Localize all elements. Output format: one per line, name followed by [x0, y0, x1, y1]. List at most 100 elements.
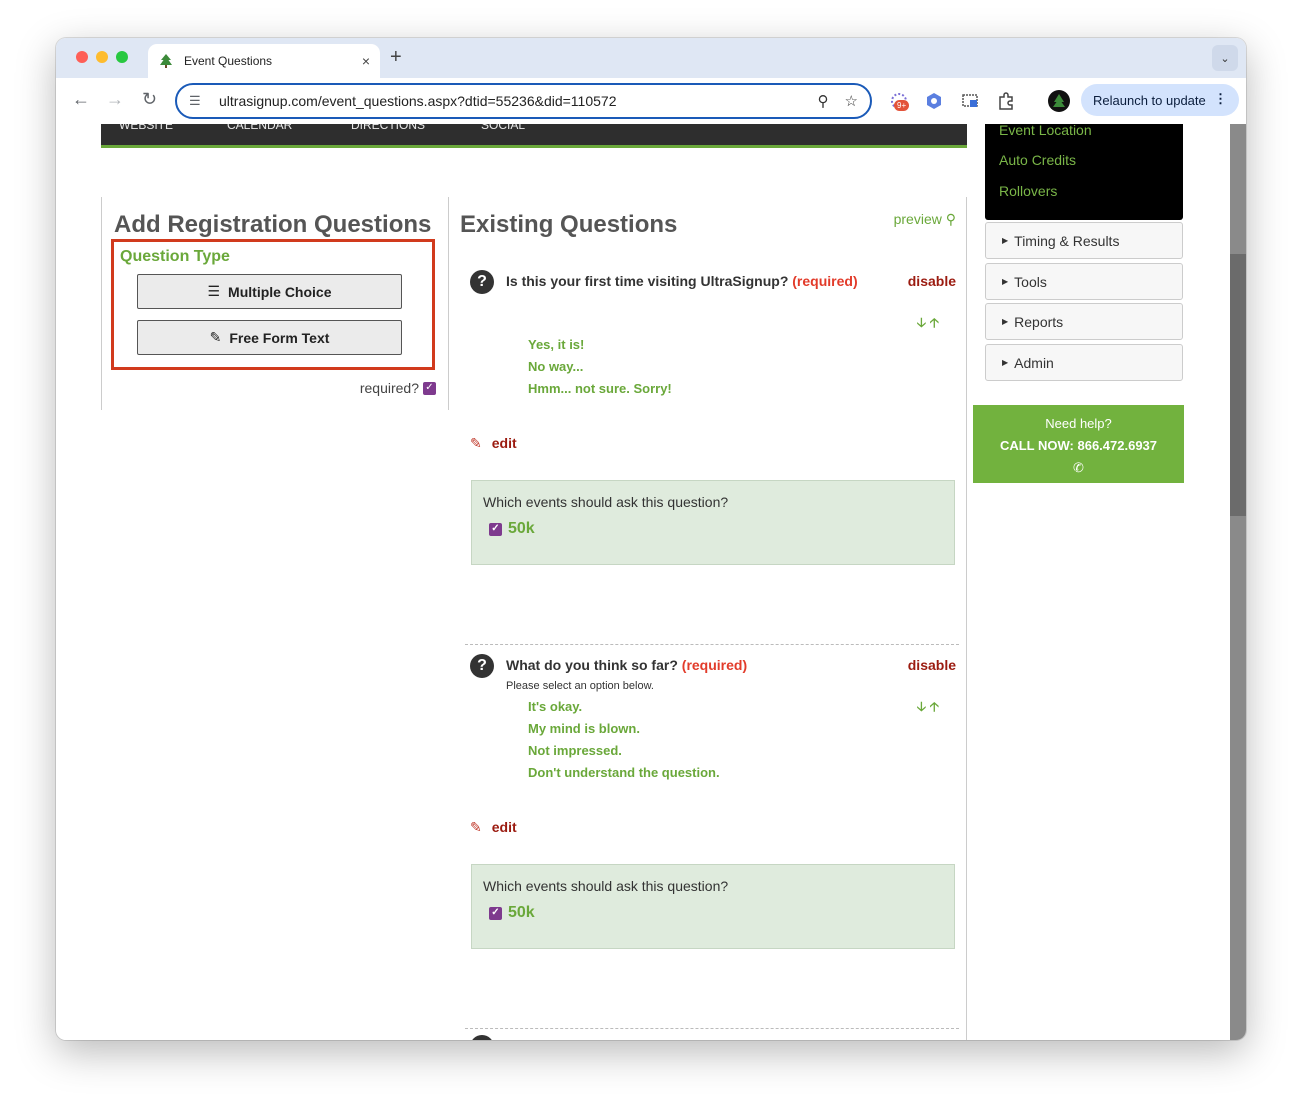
question-text-wrap: What do you think so far? (required) — [506, 657, 747, 673]
multiple-choice-button[interactable]: ☰ Multiple Choice — [137, 274, 402, 309]
edit-label: edit — [491, 819, 517, 835]
accordion-label: Tools — [1014, 273, 1047, 290]
events-prompt: Which events should ask this question? — [483, 494, 729, 510]
required-toggle: required? ✓ — [360, 380, 436, 396]
question-text: Is this your first time visiting UltraSi… — [506, 273, 789, 289]
multiple-choice-label: Multiple Choice — [228, 283, 332, 300]
forward-arrow-icon[interactable]: → — [106, 89, 124, 110]
relaunch-label: Relaunch to update — [1093, 92, 1206, 108]
caret-right-icon: ▶ — [1002, 277, 1009, 286]
existing-questions-panel: Existing Questions preview ⚲ ? Is this y… — [448, 197, 967, 1040]
extension-hex-icon[interactable] — [924, 91, 944, 111]
event-label: 50k — [508, 904, 535, 921]
sidebar-accordion-tools[interactable]: ▶ Tools — [985, 263, 1183, 300]
page-viewport: WEBSITE CALENDAR DIRECTIONS SOCIAL Event… — [56, 124, 1230, 1040]
edit-pen-icon: ✎ — [209, 329, 222, 345]
sidebar-accordion-reports[interactable]: ▶ Reports — [985, 303, 1183, 340]
edit-link[interactable]: ✎ edit — [470, 435, 517, 452]
caret-right-icon: ▶ — [1002, 358, 1009, 367]
nav-social[interactable]: SOCIAL — [481, 124, 525, 132]
question-mark-icon: ? — [470, 654, 494, 678]
accordion-label: Admin — [1014, 354, 1054, 371]
add-questions-title: Add Registration Questions — [114, 211, 432, 238]
nav-calendar[interactable]: CALENDAR — [227, 124, 292, 132]
events-prompt: Which events should ask this question? — [483, 878, 729, 894]
caret-right-icon: ▶ — [1002, 236, 1009, 245]
event-option[interactable]: ✓ 50k — [489, 904, 943, 922]
sidebar-link-rollovers[interactable]: Rollovers — [999, 183, 1057, 199]
event-option[interactable]: ✓ 50k — [489, 520, 943, 538]
tree-favicon-icon — [160, 54, 172, 68]
extensions-puzzle-icon[interactable] — [996, 91, 1016, 111]
required-checkbox[interactable]: ✓ — [423, 381, 436, 395]
sidebar-link-event-location[interactable]: Event Location — [999, 124, 1092, 138]
help-callout[interactable]: Need help? CALL NOW: 866.472.6937 ✆ — [973, 405, 1184, 483]
help-title: Need help? — [1045, 416, 1112, 431]
site-settings-icon[interactable]: ☰ — [189, 93, 209, 109]
preview-link[interactable]: preview ⚲ — [894, 211, 956, 228]
more-menu-icon[interactable]: ⋮ — [1214, 91, 1227, 107]
zoom-icon[interactable]: ⚲ — [818, 92, 829, 110]
question-type-label: Question Type — [120, 248, 230, 265]
events-box: Which events should ask this question? ✓… — [471, 480, 955, 565]
reload-icon[interactable]: ↻ — [142, 89, 157, 110]
edit-icon: ✎ — [470, 819, 482, 835]
nav-directions[interactable]: DIRECTIONS — [351, 124, 425, 132]
tab-bar: Event Questions × + ⌄ — [56, 38, 1246, 78]
option-item: Hmm... not sure. Sorry! — [528, 381, 672, 396]
edit-link[interactable]: ✎ edit — [470, 819, 517, 836]
preview-label: preview — [893, 211, 942, 227]
move-up-arrow-icon[interactable]: 🡡 — [930, 315, 939, 330]
move-up-arrow-icon[interactable]: 🡡 — [930, 699, 939, 714]
sidebar-accordion-timing[interactable]: ▶ Timing & Results — [985, 222, 1183, 259]
window-controls — [76, 51, 128, 63]
move-down-arrow-icon[interactable]: 🡣 — [917, 315, 926, 330]
help-phone[interactable]: CALL NOW: 866.472.6937 — [973, 435, 1184, 457]
free-form-text-button[interactable]: ✎ Free Form Text — [137, 320, 402, 355]
question-subtext: Please select an option below. — [506, 680, 654, 692]
phone-icon: ✆ — [1073, 460, 1084, 475]
question-text-wrap: Is this your first time visiting UltraSi… — [506, 273, 858, 289]
maximize-window-button[interactable] — [116, 51, 128, 63]
site-top-nav: WEBSITE CALENDAR DIRECTIONS SOCIAL — [101, 124, 967, 148]
tab-event-questions[interactable]: Event Questions × — [148, 44, 380, 78]
add-questions-panel: Add Registration Questions Question Type… — [101, 197, 449, 410]
close-window-button[interactable] — [76, 51, 88, 63]
question-divider — [465, 644, 959, 645]
option-item: It's okay. — [528, 699, 583, 714]
disable-link[interactable]: disable — [908, 657, 956, 673]
move-down-arrow-icon[interactable]: 🡣 — [917, 699, 926, 714]
bookmark-star-icon[interactable]: ☆ — [845, 92, 858, 110]
sidebar-accordion-admin[interactable]: ▶ Admin — [985, 344, 1183, 381]
scrollbar-thumb[interactable] — [1230, 254, 1246, 516]
relaunch-button[interactable]: Relaunch to update ⋮ — [1081, 84, 1239, 116]
event-checkbox[interactable]: ✓ — [489, 906, 502, 920]
back-arrow-icon[interactable]: ← — [72, 89, 90, 110]
list-icon: ☰ — [207, 283, 221, 299]
search-icon: ⚲ — [945, 211, 956, 227]
tab-search-chevron-icon[interactable]: ⌄ — [1212, 45, 1238, 71]
address-bar[interactable]: ☰ ultrasignup.com/event_questions.aspx?d… — [175, 83, 872, 119]
edit-icon: ✎ — [470, 435, 482, 451]
extension-screen-icon[interactable] — [960, 91, 980, 111]
nav-website[interactable]: WEBSITE — [119, 124, 173, 132]
sidebar-link-auto-credits[interactable]: Auto Credits — [999, 152, 1076, 168]
event-checkbox[interactable]: ✓ — [489, 522, 502, 536]
caret-right-icon: ▶ — [1002, 317, 1009, 326]
profile-avatar[interactable] — [1048, 90, 1070, 112]
disable-link[interactable]: disable — [908, 273, 956, 289]
question-divider — [465, 1028, 959, 1029]
question-mark-icon — [470, 1035, 494, 1040]
tab-close-icon[interactable]: × — [362, 53, 370, 69]
required-tag: (required) — [681, 657, 748, 673]
new-tab-button[interactable]: + — [390, 46, 402, 69]
required-label: required? — [359, 380, 419, 396]
question-card: ? Is this your first time visiting Ultra… — [470, 270, 956, 570]
minimize-window-button[interactable] — [96, 51, 108, 63]
option-item: Yes, it is! — [528, 337, 585, 352]
url-text[interactable]: ultrasignup.com/event_questions.aspx?dti… — [219, 93, 802, 109]
reorder-arrows: 🡣 🡡 — [917, 314, 939, 336]
accordion-label: Timing & Results — [1014, 232, 1120, 249]
accordion-label: Reports — [1014, 313, 1064, 330]
option-item: Don't understand the question. — [528, 765, 720, 780]
